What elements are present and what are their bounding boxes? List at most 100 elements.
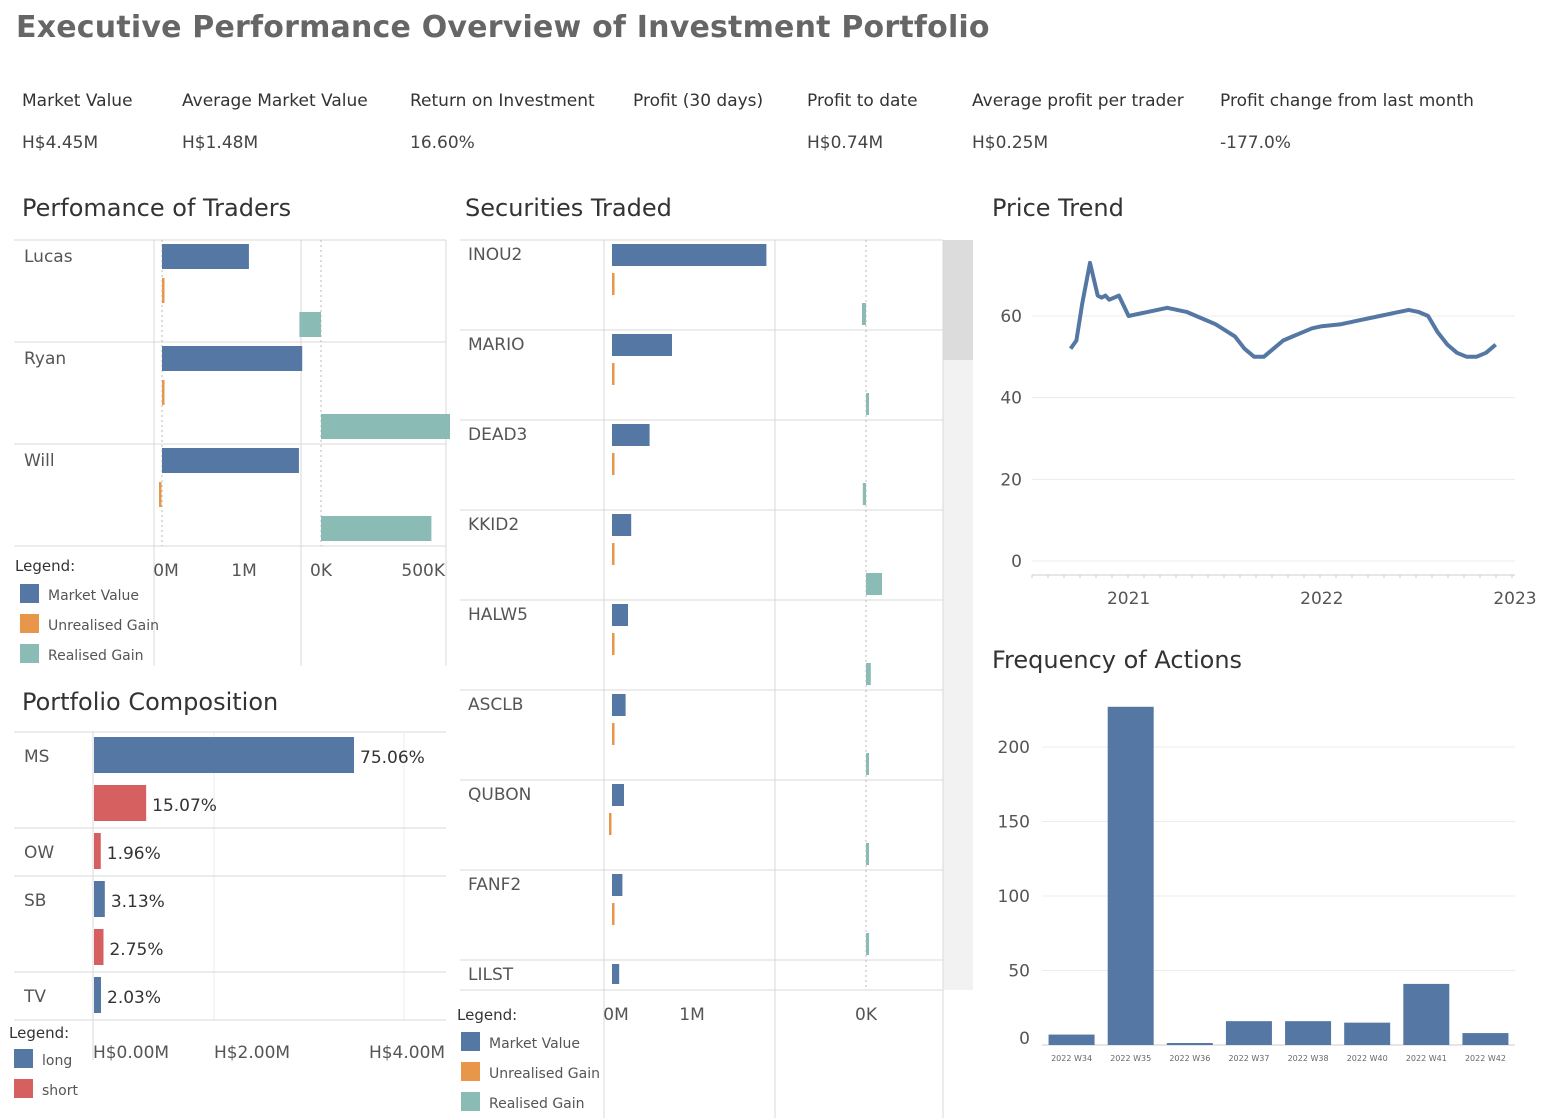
category-label: SB <box>24 891 46 911</box>
legend-label: long <box>42 1053 72 1069</box>
scrollbar-thumb <box>943 240 973 360</box>
legend-title: Legend: <box>457 1006 517 1024</box>
bar-market-value <box>612 334 672 356</box>
traders-chart-title: Perfomance of Traders <box>22 194 292 222</box>
kpi-value-average-market-value: H$1.48M <box>182 133 259 153</box>
kpi-value-profit-change: -177.0% <box>1220 133 1291 153</box>
bar-market-value <box>612 784 624 806</box>
kpi-value-roi: 16.60% <box>410 133 475 153</box>
kpi-label-market-value: Market Value <box>22 91 133 111</box>
composition-chart-title: Portfolio Composition <box>22 688 279 716</box>
bar-market-value <box>162 244 249 269</box>
bar-unrealised-gain <box>612 273 615 295</box>
kpi-value-profit-to-date: H$0.74M <box>807 133 884 153</box>
kpi-label-profit-to-date: Profit to date <box>807 91 918 111</box>
axis-tick-label: 0K <box>310 561 333 581</box>
bar-long <box>94 881 105 917</box>
data-label: 1.96% <box>107 844 161 864</box>
data-label: 2.75% <box>109 940 163 960</box>
y-tick-label: 40 <box>1000 389 1022 409</box>
x-tick-label: H$2.00M <box>214 1043 290 1063</box>
bar-unrealised-gain <box>162 278 165 303</box>
legend-swatch <box>461 1032 480 1051</box>
legend-label: Market Value <box>48 588 139 604</box>
legend-label: Market Value <box>489 1036 580 1052</box>
data-label: 2.03% <box>107 988 161 1008</box>
bar-frequency <box>1462 1033 1509 1045</box>
bar-market-value <box>612 244 767 266</box>
axis-tick-label: 1M <box>231 561 256 581</box>
x-tick-label: 2023 <box>1493 589 1536 609</box>
category-label: Lucas <box>24 247 73 267</box>
bar-realised-gain <box>299 312 321 337</box>
legend-label: Unrealised Gain <box>48 618 159 634</box>
bar-realised-gain <box>866 933 869 955</box>
kpi-label-profit-30-days: Profit (30 days) <box>633 91 764 111</box>
kpi-value-avg-profit-per-trader: H$0.25M <box>972 133 1049 153</box>
kpi-label-average-market-value: Average Market Value <box>182 91 368 111</box>
composition-chart: MS OW SB TV 75.06% 15.07% 1.96% 3.13% 2.75% 2.03%… <box>9 731 446 1099</box>
axis-tick-label: 1M <box>679 1005 704 1025</box>
axis-tick-label: 500K <box>401 561 445 581</box>
legend-title: Legend: <box>9 1024 69 1042</box>
bar-frequency <box>1166 1043 1213 1045</box>
dashboard-title: Executive Performance Overview of Invest… <box>16 10 990 45</box>
bar-frequency <box>1225 1021 1272 1045</box>
bar-realised-gain <box>866 753 869 775</box>
x-tick-label: H$4.00M <box>369 1043 445 1063</box>
data-label: 75.06% <box>360 748 425 768</box>
price-chart: 0 20 40 60 2021 2022 2023 <box>1000 260 1537 609</box>
bar-realised-gain <box>866 843 869 865</box>
category-label: ASCLB <box>468 695 523 715</box>
category-label: OW <box>24 843 54 863</box>
y-tick-label: 0 <box>1019 1029 1030 1049</box>
bar-market-value <box>612 874 623 896</box>
category-label: INOU2 <box>468 245 522 265</box>
bar-long <box>94 977 102 1013</box>
legend-swatch <box>20 614 39 633</box>
bar-realised-gain <box>866 573 882 595</box>
y-tick-label: 0 <box>1011 552 1022 572</box>
securities-chart: INOU2 MARIO DEAD3 KKID2 HALW5 ASCLB QUBON FANF2… <box>457 239 973 1118</box>
legend-label: Unrealised Gain <box>489 1066 600 1082</box>
bar-short <box>94 785 147 821</box>
bar-unrealised-gain <box>612 723 615 745</box>
legend-title: Legend: <box>15 557 75 575</box>
y-tick-label: 60 <box>1000 307 1022 327</box>
legend-swatch <box>20 644 39 663</box>
legend-swatch <box>461 1062 480 1081</box>
legend-swatch <box>14 1079 33 1098</box>
kpi-value-market-value: H$4.45M <box>22 133 99 153</box>
bar-frequency <box>1344 1022 1391 1045</box>
legend-label: Realised Gain <box>489 1096 585 1112</box>
bar-short <box>94 833 101 869</box>
x-tick-label: 2022 <box>1300 589 1343 609</box>
x-tick-label: 2022 W37 <box>1228 1054 1269 1063</box>
bar-unrealised-gain <box>612 543 615 565</box>
bar-unrealised-gain <box>612 903 615 925</box>
kpi-label-profit-change: Profit change from last month <box>1220 91 1474 111</box>
frequency-chart-title: Frequency of Actions <box>992 646 1243 674</box>
bar-realised-gain <box>862 483 866 505</box>
x-tick-label: 2022 W36 <box>1169 1054 1210 1063</box>
frequency-chart: 0 50 100 150 200 2022 W34 2022 W35 2022 W36 2022… <box>998 706 1515 1063</box>
bar-market-value <box>612 604 628 626</box>
legend-swatch <box>20 584 39 603</box>
category-label: MS <box>24 747 49 767</box>
bar-market-value <box>612 964 620 984</box>
x-tick-label: 2022 W40 <box>1347 1054 1388 1063</box>
x-tick-label: 2022 W34 <box>1051 1054 1092 1063</box>
legend-label: short <box>42 1083 78 1099</box>
x-tick-label: H$0.00M <box>93 1043 169 1063</box>
data-label: 3.13% <box>111 892 165 912</box>
x-tick-label: 2021 <box>1107 589 1150 609</box>
bar-market-value <box>162 448 299 473</box>
bar-unrealised-gain <box>612 453 615 475</box>
axis-tick-label: 0M <box>603 1005 628 1025</box>
category-label: Will <box>24 451 55 471</box>
bar-frequency <box>1285 1021 1332 1045</box>
category-label: KKID2 <box>468 515 519 535</box>
bar-unrealised-gain <box>612 633 615 655</box>
bar-unrealised-gain <box>609 813 612 835</box>
bar-frequency <box>1107 706 1154 1045</box>
